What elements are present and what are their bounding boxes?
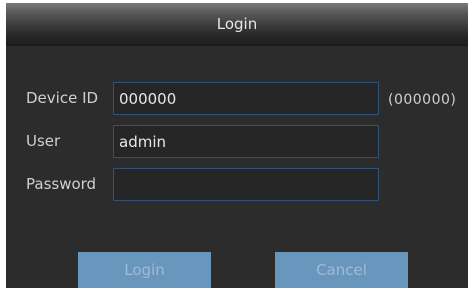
- cancel-button[interactable]: Cancel: [275, 252, 408, 288]
- user-field[interactable]: [113, 125, 379, 158]
- user-label: User: [26, 132, 61, 150]
- dialog-titlebar: Login: [6, 3, 468, 46]
- dialog-title: Login: [216, 15, 258, 33]
- device-id-hint: (000000): [388, 92, 457, 108]
- device-id-field[interactable]: [113, 82, 379, 115]
- login-dialog: Login Device ID (000000) User Password L…: [6, 3, 468, 288]
- password-field[interactable]: [113, 168, 379, 201]
- device-id-label: Device ID: [26, 89, 99, 107]
- login-button[interactable]: Login: [78, 252, 211, 288]
- password-label: Password: [26, 175, 97, 193]
